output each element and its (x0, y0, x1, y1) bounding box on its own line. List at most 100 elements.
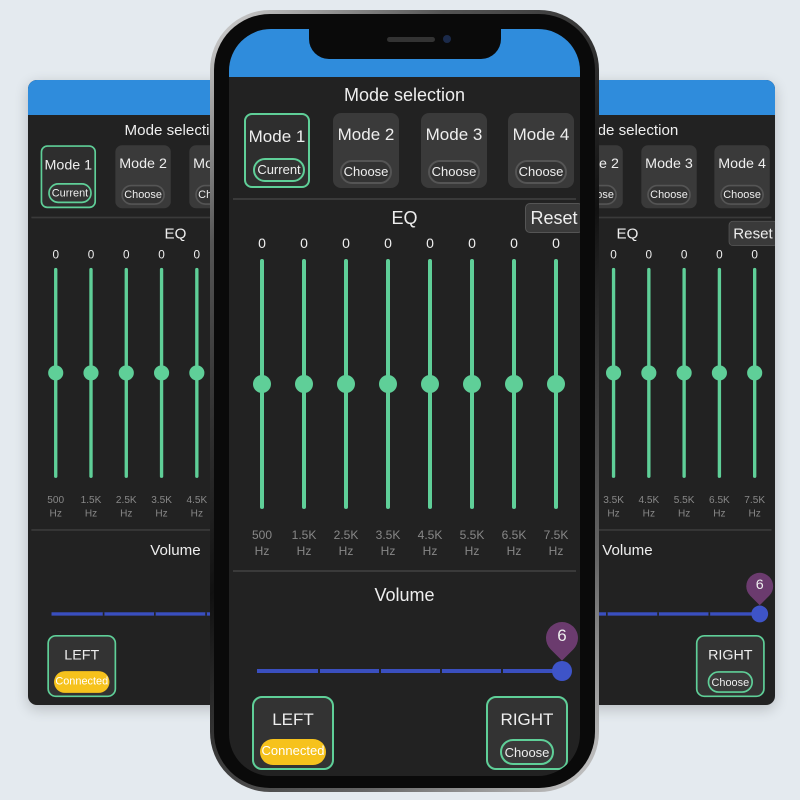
eq-slider-thumb[interactable] (253, 375, 271, 393)
eq-band-value: 0 (87, 247, 95, 262)
eq-slider-thumb[interactable] (83, 365, 99, 381)
eq-frequency: 3.5K (603, 493, 624, 506)
right-choose-button[interactable]: Choose (707, 671, 753, 693)
eq-frequency: 2.5K (115, 493, 137, 506)
eq-frequency-label: 6.5K Hz (494, 527, 534, 559)
eq-frequency: 4.5K (417, 528, 443, 542)
mode-1-card[interactable]: Mode 1 Current (244, 113, 310, 188)
phone-screen: Mode selection Mode 1 Current Mode 2 Choos… (229, 29, 580, 776)
eq-frequency: 5.5K (673, 493, 695, 506)
mode-current-button[interactable]: Current (253, 158, 305, 182)
reset-button[interactable]: Reset (525, 203, 580, 233)
eq-slider-thumb[interactable] (154, 365, 170, 381)
eq-frequency-label: 1.5K Hz (74, 493, 108, 520)
divider (31, 529, 228, 531)
eq-frequency-label: 500 Hz (39, 493, 73, 520)
mode-choose-button[interactable]: Choose (515, 160, 567, 184)
eq-slider-thumb[interactable] (118, 365, 134, 381)
app-content: Mode selection Mode 1 Current Mode 2 Choos… (229, 77, 580, 776)
mode-choose-button[interactable]: Choose (340, 160, 392, 184)
mode-label: Mode 1 (248, 127, 306, 146)
divider (585, 529, 772, 531)
eq-slider-thumb[interactable] (463, 375, 481, 393)
eq-slider-thumb[interactable] (676, 365, 692, 381)
eq-frequency-unit: Hz (338, 544, 354, 558)
eq-slider-thumb[interactable] (641, 365, 657, 381)
mode-3-card[interactable]: Mode 3 Choose (421, 113, 487, 188)
mode-choose-button[interactable]: Choose (428, 160, 480, 184)
eq-frequency: 2.5K (333, 528, 359, 542)
divider (585, 216, 772, 219)
reset-button[interactable]: Reset (728, 220, 775, 247)
eq-slider-thumb[interactable] (606, 365, 622, 381)
mode-label: Mode 1 (44, 157, 93, 173)
divider (233, 570, 576, 572)
eq-band-value: 0 (552, 235, 560, 251)
volume-tick (501, 669, 503, 673)
eq-band-value: 0 (510, 235, 518, 251)
eq-slider-thumb[interactable] (379, 375, 397, 393)
connected-badge[interactable]: Connected (260, 739, 326, 765)
volume-tick (708, 612, 711, 616)
connected-badge[interactable]: Connected (54, 671, 110, 693)
eq-frequency-label: 1.5K Hz (284, 527, 324, 559)
eq-frequency: 4.5K (638, 493, 660, 506)
eq-slider-thumb[interactable] (711, 365, 727, 381)
eq-frequency-label: 2.5K Hz (326, 527, 366, 559)
mode-3-card[interactable]: Mode 3 Choose (641, 145, 697, 209)
eq-frequency-label: 4.5K Hz (410, 527, 450, 559)
mode-choose-button[interactable]: Choose (647, 184, 691, 205)
mode-choose-button[interactable]: Choose (121, 184, 165, 205)
eq-slider-thumb[interactable] (189, 365, 205, 381)
mode-selection-title: Mode selection (343, 85, 466, 105)
eq-frequency: 3.5K (151, 493, 172, 506)
mode-label: Mode 3 (425, 125, 483, 144)
mode-current-button[interactable]: Current (48, 183, 92, 204)
right-choose-button[interactable]: Choose (500, 739, 554, 765)
eq-slider-thumb[interactable] (505, 375, 523, 393)
eq-band-value: 0 (300, 235, 308, 251)
mode-choose-button[interactable]: Choose (720, 184, 764, 205)
volume-slider-thumb[interactable] (552, 661, 572, 681)
mode-4-card[interactable]: Mode 4 Choose (508, 113, 574, 188)
eq-frequency: 4.5K (186, 493, 208, 506)
volume-slider-track[interactable] (51, 612, 228, 616)
mode-2-card[interactable]: Mode 2 Choose (115, 145, 171, 209)
eq-slider-thumb[interactable] (547, 375, 565, 393)
right-channel-card[interactable]: RIGHT Choose (486, 696, 568, 770)
eq-frequency-label: 7.5K Hz (536, 527, 576, 559)
volume-tick (606, 612, 608, 616)
eq-slider-thumb[interactable] (747, 365, 763, 381)
volume-slider-thumb[interactable] (751, 605, 769, 623)
eq-frequency-unit: Hz (422, 544, 438, 558)
mode-label: Mode 4 (512, 125, 570, 144)
eq-frequency: 5.5K (459, 528, 485, 542)
eq-slider-thumb[interactable] (421, 375, 439, 393)
header-bar (585, 80, 775, 115)
eq-slider-thumb[interactable] (337, 375, 355, 393)
eq-frequency-unit: Hz (84, 507, 98, 520)
volume-title: Volume (150, 541, 201, 559)
volume-tick (657, 612, 659, 616)
mode-label: Mode 3 (645, 155, 693, 172)
mode-1-card[interactable]: Mode 1 Current (40, 145, 97, 209)
eq-frequency-label: 7.5K Hz (738, 493, 772, 520)
volume-slider-track[interactable] (257, 669, 562, 673)
left-channel-card[interactable]: LEFT Connected (252, 696, 334, 770)
volume-tick (318, 669, 320, 673)
camera-icon (443, 35, 451, 43)
eq-slider-thumb[interactable] (48, 365, 64, 381)
eq-frequency-unit: Hz (380, 544, 396, 558)
left-channel-card[interactable]: LEFT Connected (47, 634, 117, 698)
eq-frequency-unit: Hz (642, 507, 655, 520)
mode-2-card[interactable]: Mode 2 Choose (333, 113, 399, 188)
volume-title: Volume (374, 585, 435, 605)
right-channel-card[interactable]: RIGHT Choose (695, 634, 765, 698)
eq-band-value: 0 (680, 247, 688, 262)
phone-frame: Mode selection Mode 1 Current Mode 2 Choos… (210, 10, 599, 792)
volume-slider-track[interactable] (585, 612, 760, 616)
eq-slider-thumb[interactable] (295, 375, 313, 393)
eq-frequency-label: 4.5K Hz (180, 493, 214, 520)
eq-frequency: 6.5K (501, 528, 527, 542)
mode-4-card[interactable]: Mode 4 Choose (714, 145, 770, 209)
